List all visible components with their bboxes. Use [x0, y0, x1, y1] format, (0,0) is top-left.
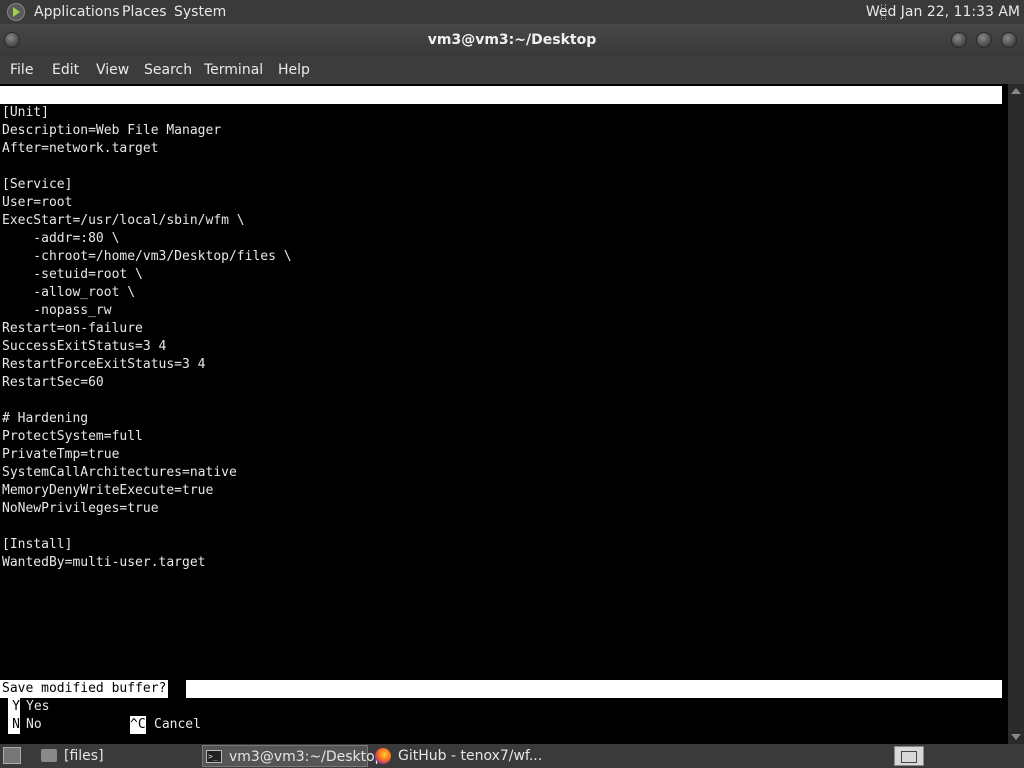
maximize-button[interactable]	[976, 32, 992, 48]
close-button[interactable]	[1001, 32, 1017, 48]
applications-menu[interactable]: Applications	[34, 0, 120, 24]
edit-menu[interactable]: Edit	[52, 56, 79, 84]
file-menu[interactable]: File	[10, 56, 33, 84]
editor-line[interactable]: # Hardening	[2, 410, 88, 428]
editor-line[interactable]: -nopass_rw	[2, 302, 111, 320]
taskbar-item-label: GitHub - tenox7/wf...	[398, 748, 543, 764]
editor-line[interactable]: ProtectSystem=full	[2, 428, 143, 446]
window-title: vm3@vm3:~/Desktop	[427, 32, 597, 48]
nano-filename: /home/vm3/Desktop/wfm.service	[402, 123, 629, 138]
minimize-button[interactable]	[951, 32, 967, 48]
editor-line[interactable]: -setuid=root \	[2, 266, 143, 284]
taskbar-item-label: vm3@vm3:~/Desktop	[229, 749, 384, 765]
editor-line[interactable]: [Install]	[2, 536, 72, 554]
no-key[interactable]: N	[8, 716, 20, 734]
editor-line[interactable]: MemoryDenyWriteExecute=true	[2, 482, 213, 500]
search-menu[interactable]: Search	[144, 56, 192, 84]
window-titlebar[interactable]: vm3@vm3:~/Desktop	[0, 24, 1024, 56]
save-prompt-label: Save modified buffer?	[0, 680, 169, 698]
view-menu[interactable]: View	[96, 56, 129, 84]
terminal-menubar: File Edit View Search Terminal Help	[0, 56, 1024, 84]
bottom-taskbar: [files] vm3@vm3:~/Desktop GitHub - tenox…	[0, 744, 1024, 768]
save-prompt-input[interactable]	[186, 680, 1002, 698]
folder-icon	[41, 749, 57, 762]
vertical-scrollbar[interactable]	[1008, 84, 1024, 744]
editor-line[interactable]: SystemCallArchitectures=native	[2, 464, 237, 482]
help-menu[interactable]: Help	[278, 56, 310, 84]
terminal-menu[interactable]: Terminal	[204, 56, 263, 84]
clock[interactable]: Wed Jan 22, 11:33 AM	[866, 0, 1020, 24]
editor-line[interactable]: RestartSec=60	[2, 374, 104, 392]
cancel-label[interactable]: Cancel	[154, 716, 201, 734]
editor-line[interactable]: ExecStart=/usr/local/sbin/wfm \	[2, 212, 245, 230]
save-prompt-bar: Save modified buffer?	[0, 680, 1002, 698]
terminal-area[interactable]: GNU nano 8.3 /home/vm3/Desktop/wfm.servi…	[0, 84, 1008, 744]
places-menu[interactable]: Places	[122, 0, 167, 24]
firefox-icon	[375, 748, 391, 764]
nano-header: GNU nano 8.3 /home/vm3/Desktop/wfm.servi…	[0, 86, 1002, 156]
menu-logo-icon[interactable]	[7, 3, 25, 21]
system-menu[interactable]: System	[174, 0, 226, 24]
cancel-key[interactable]: ^C	[130, 716, 146, 734]
editor-line[interactable]: [Unit]	[2, 104, 49, 122]
show-desktop-icon[interactable]	[3, 747, 21, 764]
taskbar-item-terminal[interactable]: vm3@vm3:~/Desktop	[202, 745, 384, 768]
editor-line[interactable]: After=network.target	[2, 140, 159, 158]
yes-label[interactable]: Yes	[26, 698, 49, 716]
terminal-icon	[206, 746, 222, 768]
no-label[interactable]: No	[26, 716, 42, 734]
taskbar-item-firefox[interactable]: GitHub - tenox7/wf...	[372, 745, 542, 767]
editor-line[interactable]: -allow_root \	[2, 284, 135, 302]
taskbar-item-label: [files]	[64, 748, 104, 764]
editor-line[interactable]: WantedBy=multi-user.target	[2, 554, 206, 572]
editor-line[interactable]: NoNewPrivileges=true	[2, 500, 159, 518]
editor-line[interactable]: -chroot=/home/vm3/Desktop/files \	[2, 248, 291, 266]
editor-line[interactable]: [Service]	[2, 176, 72, 194]
editor-line[interactable]: User=root	[2, 194, 72, 212]
scroll-up-icon[interactable]	[1011, 88, 1021, 94]
scroll-down-icon[interactable]	[1011, 734, 1021, 740]
top-panel: Applications Places System Wed Jan 22, 1…	[0, 0, 1024, 24]
nano-status: Modified	[923, 141, 986, 156]
editor-line[interactable]: RestartForceExitStatus=3 4	[2, 356, 206, 374]
editor-line[interactable]: -addr=:80 \	[2, 230, 119, 248]
yes-key[interactable]: Y	[8, 698, 20, 716]
editor-line[interactable]: PrivateTmp=true	[2, 446, 119, 464]
editor-line[interactable]: Restart=on-failure	[2, 320, 143, 338]
taskbar-item-files[interactable]: [files]	[38, 745, 198, 767]
editor-line[interactable]: Description=Web File Manager	[2, 122, 221, 140]
editor-line[interactable]: SuccessExitStatus=3 4	[2, 338, 166, 356]
workspace-switcher[interactable]	[894, 746, 924, 766]
